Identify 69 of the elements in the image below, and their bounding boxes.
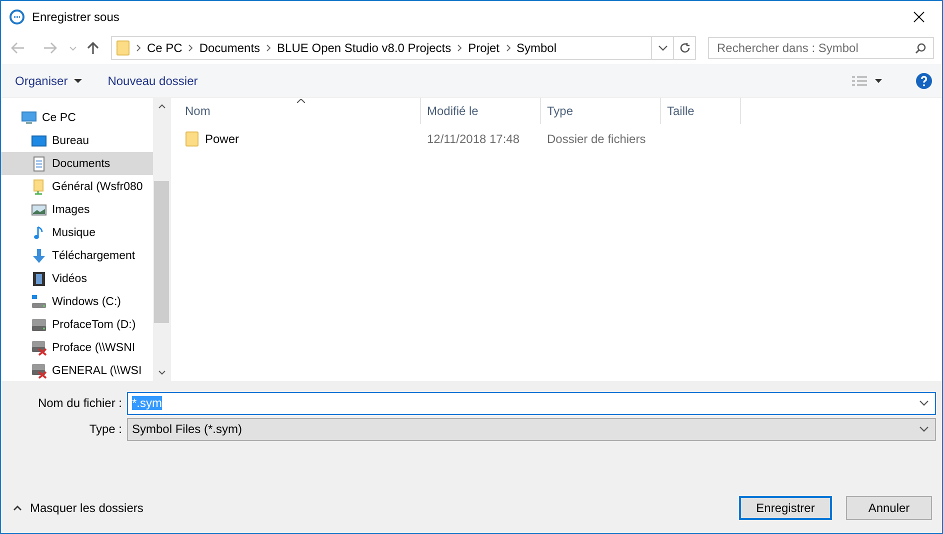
picture-icon <box>31 202 47 218</box>
view-options-icon[interactable] <box>852 76 882 86</box>
type-label: Type : <box>88 422 123 436</box>
close-icon <box>913 10 925 22</box>
drive-icon <box>31 316 47 332</box>
chevron-up-icon <box>13 505 22 511</box>
download-arrow-icon <box>31 248 47 264</box>
chevron-right-icon <box>136 44 141 52</box>
column-header[interactable]: Taille <box>661 98 741 124</box>
sidebar-item[interactable]: GENERAL (\\WSI <box>1 359 153 381</box>
refresh-icon <box>678 42 690 54</box>
chevron-right-icon <box>506 44 510 52</box>
chevron-down-icon <box>658 45 668 51</box>
sidebar-item[interactable]: Vidéos <box>1 267 153 290</box>
hide-folders-button[interactable]: Masquer les dossiers <box>11 499 146 517</box>
scroll-up-icon[interactable] <box>158 104 166 109</box>
sidebar-item[interactable]: Bureau <box>1 129 153 152</box>
monitor-icon <box>21 110 37 126</box>
sort-caret-icon <box>297 99 305 103</box>
chevron-right-icon <box>457 44 462 52</box>
address-bar[interactable]: Ce PC Documents BLUE Open Studio v8.0 Projects Projet Symbol <box>111 36 696 60</box>
sidebar-item[interactable]: Général (Wsfr080 <box>1 175 153 198</box>
file-name: Power <box>205 132 240 146</box>
scroll-down-icon[interactable] <box>158 370 166 375</box>
sidebar-item[interactable]: Windows (C:) <box>1 290 153 313</box>
chevron-down-icon <box>919 426 929 432</box>
sidebar-item[interactable]: Musique <box>1 221 153 244</box>
column-header[interactable]: Nom <box>171 98 421 124</box>
film-icon <box>31 270 47 286</box>
organize-menu-button[interactable]: Organiser <box>9 70 88 92</box>
dialog-button[interactable]: Enregistrer <box>739 496 832 520</box>
app-icon <box>9 8 25 24</box>
dialog-button[interactable]: Annuler <box>846 496 932 520</box>
monitor-icon <box>31 132 47 148</box>
breadcrumb-item[interactable]: Documents <box>199 41 260 55</box>
column-header[interactable]: Modifié le <box>421 98 541 124</box>
disconnected-drive-icon <box>31 340 47 356</box>
chevron-right-icon <box>266 44 272 52</box>
search-icon <box>915 43 926 54</box>
drive-icon <box>31 294 47 310</box>
chevron-down-icon <box>919 400 929 406</box>
sidebar-item[interactable]: Proface (\\WSNI <box>1 336 153 359</box>
breadcrumb-item[interactable]: BLUE Open Studio v8.0 Projects <box>277 41 452 55</box>
breadcrumb-item[interactable]: Ce PC <box>147 41 182 55</box>
file-type-dropdown[interactable]: Symbol Files (*.sym) <box>127 418 936 440</box>
search-field[interactable]: Rechercher dans : Symbol <box>708 37 934 59</box>
up-arrow-icon[interactable] <box>87 41 99 55</box>
file-row[interactable]: Power 12/11/2018 17:48 Dossier de fichiers <box>171 128 942 150</box>
breadcrumb-item[interactable]: Projet <box>468 41 500 55</box>
sidebar-item[interactable]: Ce PC <box>1 106 153 129</box>
sidebar-scrollbar[interactable] <box>153 98 170 381</box>
sidebar-item[interactable]: Téléchargement <box>1 244 153 267</box>
column-header[interactable]: Type <box>541 98 661 124</box>
folder-icon <box>185 131 199 147</box>
sidebar-item[interactable]: Images <box>1 198 153 221</box>
modified-date: 12/11/2018 17:48 <box>427 132 520 146</box>
disconnected-drive-icon <box>31 362 47 378</box>
help-icon[interactable] <box>916 72 932 88</box>
breadcrumb-item[interactable]: Symbol <box>516 41 557 55</box>
caret-icon <box>74 78 82 82</box>
folder-icon <box>116 40 130 56</box>
chevron-right-icon <box>188 44 194 52</box>
file-type: Dossier de fichiers <box>547 132 646 146</box>
sidebar-item[interactable]: Documents <box>1 152 153 175</box>
new-folder-button[interactable]: Nouveau dossier <box>102 70 204 92</box>
filename-label: Nom du fichier : <box>36 396 123 410</box>
document-icon <box>31 156 47 172</box>
window-title: Enregistrer sous <box>32 10 120 24</box>
sidebar-item[interactable]: ProfaceTom (D:) <box>1 313 153 336</box>
